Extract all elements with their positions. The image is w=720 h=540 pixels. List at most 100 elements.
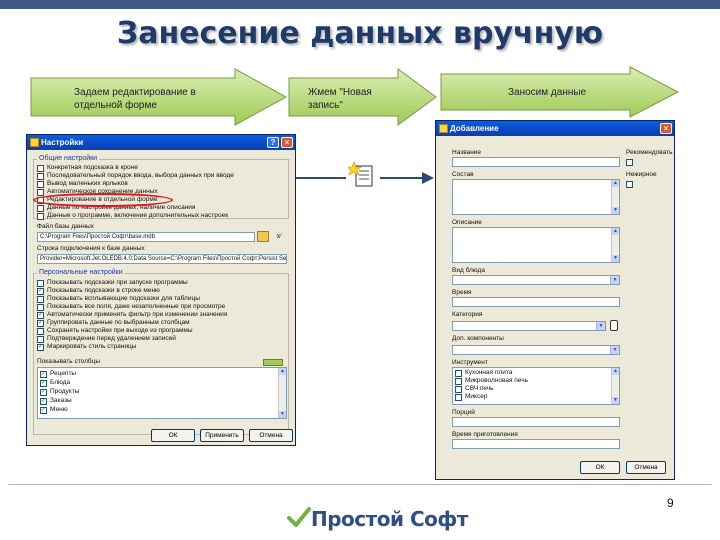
base-select[interactable]: ▼ xyxy=(452,275,620,285)
scroll-down-icon[interactable]: ▼ xyxy=(612,207,619,214)
cook-time-label: Время приготовления xyxy=(452,431,518,438)
scroll-up-icon[interactable]: ▲ xyxy=(612,368,619,375)
checkbox[interactable]: ✓ xyxy=(40,380,47,387)
app-icon xyxy=(30,138,39,147)
time-input[interactable] xyxy=(452,297,620,307)
checkbox[interactable]: ✓ xyxy=(40,398,47,405)
text-scrollbar[interactable]: ▲ ▼ xyxy=(611,180,619,214)
ok-button[interactable]: ОК xyxy=(580,461,620,474)
cook-time-input[interactable] xyxy=(452,439,620,449)
apply-button[interactable]: Применить xyxy=(200,429,244,442)
list-nav-icon[interactable] xyxy=(263,359,283,366)
columns-list[interactable]: ✓ Рецепты ✓ Блюда ✓ Продукты ✓ Заказы ✓ Меню … xyxy=(37,367,287,419)
category-select[interactable]: ▼ xyxy=(452,321,606,331)
new-record-button[interactable] xyxy=(346,160,376,190)
help-icon[interactable]: ? xyxy=(267,137,279,148)
step-arrow-3: Заносим данные xyxy=(440,66,680,118)
category-edit-icon[interactable] xyxy=(610,320,618,331)
folder-icon[interactable] xyxy=(257,231,269,242)
scroll-up-icon[interactable]: ▲ xyxy=(612,180,619,187)
close-icon[interactable]: × xyxy=(281,137,293,148)
connection-string-label: Строка подключения к базе данных xyxy=(37,245,145,252)
clear-icon[interactable]: х⁄ xyxy=(272,232,286,242)
description-input[interactable]: ▲ ▼ xyxy=(452,227,620,263)
checkbox[interactable] xyxy=(37,296,44,303)
checkbox[interactable] xyxy=(37,205,44,212)
chevron-down-icon[interactable]: ▼ xyxy=(596,322,605,330)
checkbox[interactable] xyxy=(37,336,44,343)
extra-select[interactable]: ▼ xyxy=(452,345,620,355)
step-arrow-1: Задаем редактирование в отдельной форме xyxy=(30,68,288,126)
chevron-down-icon[interactable]: ▼ xyxy=(610,346,619,354)
list-scrollbar[interactable]: ▲ ▼ xyxy=(278,368,286,418)
list-item[interactable]: ✓ Рецепты xyxy=(40,370,240,379)
personal-option[interactable]: ✓ Маркировать стиль страницы xyxy=(37,343,277,352)
personal-settings-label: Персональные настройки xyxy=(37,269,125,277)
checkbox[interactable] xyxy=(37,280,44,287)
list-item[interactable]: ✓ Меню xyxy=(40,406,240,415)
checkbox[interactable] xyxy=(37,165,44,172)
page-number: 9 xyxy=(667,496,674,510)
checkbox[interactable]: ✓ xyxy=(40,389,47,396)
top-accent-bar xyxy=(0,0,720,9)
columns-list-label: Показывать столбцы xyxy=(37,358,101,365)
connection-string-input[interactable]: Provider=Microsoft.Jet.OLEDB.4.0;Data So… xyxy=(37,254,287,264)
general-option[interactable]: Данные о программе, включение дополнител… xyxy=(37,212,277,221)
checkbox[interactable] xyxy=(455,394,462,401)
close-icon[interactable]: × xyxy=(660,123,672,134)
list-item[interactable]: ✓ Продукты xyxy=(40,388,240,397)
general-settings-label: Общие настройки xyxy=(37,155,100,163)
cancel-button[interactable]: Отмена xyxy=(249,429,293,442)
checkbox[interactable] xyxy=(37,181,44,188)
scroll-up-icon[interactable]: ▲ xyxy=(279,368,286,375)
step-3-text: Заносим данные xyxy=(508,87,587,98)
checkbox[interactable]: ✓ xyxy=(40,371,47,378)
ok-button[interactable]: ОК xyxy=(151,429,195,442)
tools-list[interactable]: Кухонная плита Микроволновая печь СВЧ пе… xyxy=(452,367,620,405)
recommend-checkbox[interactable] xyxy=(626,159,633,166)
new-record-icon xyxy=(346,161,373,187)
text-scrollbar[interactable]: ▲ ▼ xyxy=(611,228,619,262)
checkbox[interactable] xyxy=(37,189,44,196)
recommend-label: Рекомендовать xyxy=(626,149,673,156)
checkbox[interactable] xyxy=(37,173,44,180)
checkbox[interactable] xyxy=(37,213,44,220)
db-file-input[interactable]: C:\Program Files\Простой Софт\base.mdb xyxy=(37,232,255,242)
settings-window-title: Настройки xyxy=(41,138,84,147)
settings-window: Настройки ? × Общие настройки Конкретная… xyxy=(26,134,296,446)
chevron-down-icon[interactable]: ▼ xyxy=(610,276,619,284)
checkbox[interactable]: ✓ xyxy=(40,407,47,414)
list-item[interactable]: ✓ Заказы xyxy=(40,397,240,406)
category-label: Категория xyxy=(452,311,483,318)
checkbox[interactable] xyxy=(37,304,44,311)
scroll-up-icon[interactable]: ▲ xyxy=(612,228,619,235)
list-scrollbar[interactable]: ▲ ▼ xyxy=(611,368,619,404)
checkmark-icon xyxy=(287,507,311,527)
scroll-down-icon[interactable]: ▼ xyxy=(612,397,619,404)
scroll-down-icon[interactable]: ▼ xyxy=(279,411,286,418)
checkbox[interactable] xyxy=(455,370,462,377)
tools-label: Инструмент xyxy=(452,359,488,366)
list-item[interactable]: Миксер xyxy=(455,393,605,402)
footer-divider xyxy=(8,484,712,485)
checkbox[interactable] xyxy=(37,328,44,335)
checkbox[interactable]: ✓ xyxy=(37,344,44,351)
scroll-down-icon[interactable]: ▼ xyxy=(612,255,619,262)
nonfat-label: Нежирное xyxy=(626,171,657,178)
composition-input[interactable]: ▲ ▼ xyxy=(452,179,620,215)
nonfat-checkbox[interactable] xyxy=(626,181,633,188)
portion-input[interactable] xyxy=(452,417,620,427)
settings-titlebar[interactable]: Настройки ? × xyxy=(27,135,295,150)
checkbox[interactable] xyxy=(455,386,462,393)
checkbox[interactable]: ✓ xyxy=(37,312,44,319)
list-item[interactable]: ✓ Блюда xyxy=(40,379,240,388)
checkbox[interactable]: ✓ xyxy=(37,320,44,327)
checkbox[interactable]: ✓ xyxy=(37,288,44,295)
cancel-button[interactable]: Отмена xyxy=(626,461,666,474)
logo-text: Простой Софт xyxy=(311,507,468,531)
add-record-titlebar[interactable]: Добавление × xyxy=(436,121,674,136)
name-input[interactable] xyxy=(452,157,620,167)
name-label: Название xyxy=(452,149,482,156)
checkbox[interactable] xyxy=(455,378,462,385)
composition-label: Состав xyxy=(452,171,474,178)
